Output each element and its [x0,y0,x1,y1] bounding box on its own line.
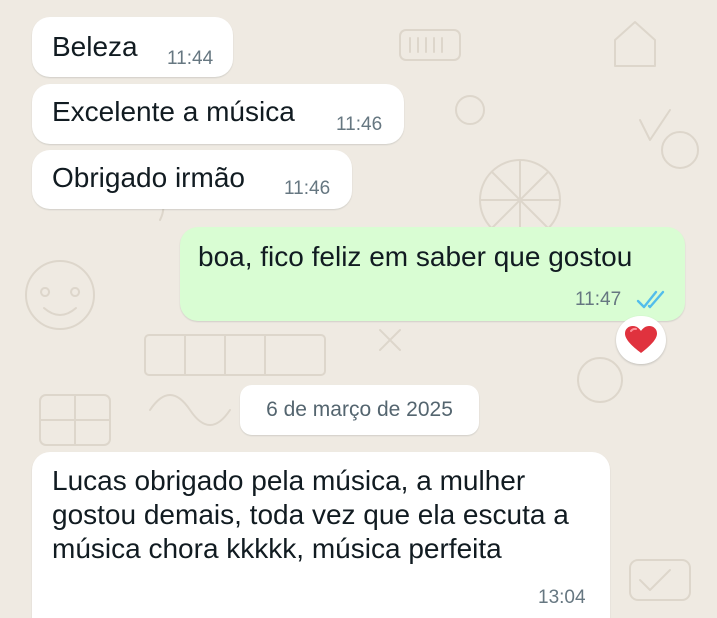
heart-icon [624,325,658,355]
message-timestamp: 13:04 [538,587,586,608]
message-text: Beleza [52,31,138,62]
message-bubble-incoming[interactable]: Excelente a música 11:46 [32,84,404,144]
date-divider-label: 6 de março de 2025 [266,398,453,421]
message-bubble-incoming[interactable]: Beleza 11:44 [32,17,233,77]
message-timestamp: 11:44 [167,48,214,69]
message-timestamp: 11:47 [575,289,622,310]
date-divider: 6 de março de 2025 [240,385,479,435]
message-text: Lucas obrigado pela música, a mulher gos… [52,465,569,564]
message-bubble-incoming[interactable]: Lucas obrigado pela música, a mulher gos… [32,452,610,618]
message-reaction[interactable] [616,316,666,364]
message-timestamp: 11:46 [336,114,383,135]
message-text: boa, fico feliz em saber que gostou [198,241,633,272]
message-text: Excelente a música [52,96,295,127]
double-check-read-icon [635,289,669,311]
message-timestamp: 11:46 [284,178,331,199]
message-bubble-outgoing[interactable]: boa, fico feliz em saber que gostou 11:4… [180,227,685,321]
message-bubble-incoming[interactable]: Obrigado irmão 11:46 [32,150,352,209]
message-text: Obrigado irmão [52,162,245,193]
